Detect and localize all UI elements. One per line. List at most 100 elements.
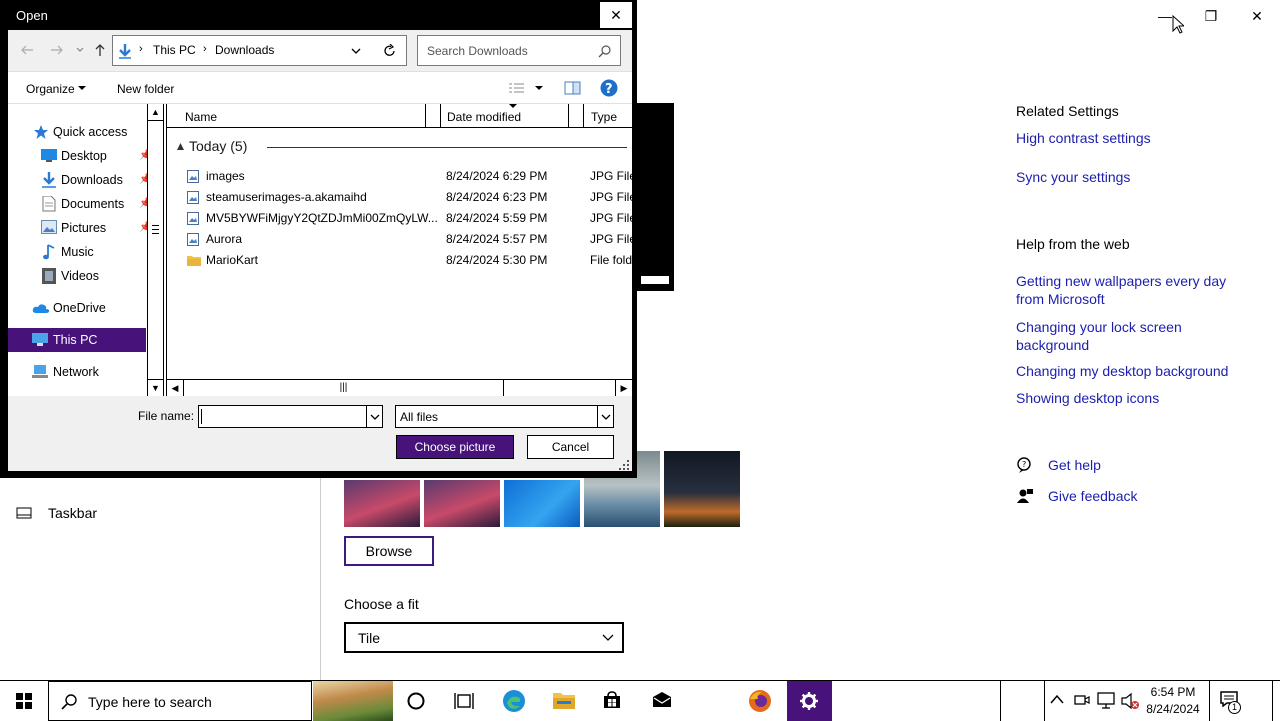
group-header[interactable]: Today (5) bbox=[177, 138, 627, 156]
related-settings-title: Related Settings bbox=[1016, 103, 1119, 119]
file-name-input[interactable] bbox=[198, 405, 383, 428]
file-row[interactable]: steamuserimages-a.akamaihd 8/24/2024 6:23… bbox=[167, 187, 632, 208]
file-row[interactable]: MV5BYWFiMjgyY2QtZDJmMi00ZmQyLW... 8/24/20… bbox=[167, 208, 632, 229]
svg-text:?: ? bbox=[605, 82, 613, 97]
windows-start-icon[interactable] bbox=[16, 693, 32, 709]
nav-downloads[interactable]: Downloads 📌 bbox=[41, 168, 153, 192]
resize-grip-icon[interactable] bbox=[619, 460, 629, 470]
action-center-button[interactable]: 1 bbox=[1209, 681, 1254, 721]
show-desktop-button[interactable] bbox=[1272, 681, 1280, 721]
nav-music[interactable]: Music bbox=[41, 240, 153, 264]
nav-pictures[interactable]: Pictures 📌 bbox=[41, 216, 153, 240]
give-feedback-link[interactable]: Give feedback bbox=[1048, 488, 1138, 504]
address-bar[interactable]: › This PC › Downloads bbox=[112, 35, 407, 66]
breadcrumb-downloads[interactable]: Downloads bbox=[215, 43, 274, 57]
wallpaper-thumbnail[interactable] bbox=[504, 480, 580, 527]
scroll-left-button[interactable]: ◀ bbox=[167, 380, 184, 396]
choose-picture-button[interactable]: Choose picture bbox=[396, 435, 514, 459]
refresh-icon[interactable] bbox=[383, 44, 396, 58]
file-explorer-icon[interactable] bbox=[553, 690, 575, 710]
column-date-modified[interactable]: Date modified bbox=[447, 110, 521, 124]
nav-item-taskbar[interactable]: Taskbar bbox=[16, 503, 216, 523]
view-options-icon[interactable] bbox=[509, 82, 525, 95]
nav-this-pc[interactable]: This PC bbox=[8, 328, 146, 352]
forward-arrow-icon[interactable] bbox=[50, 44, 64, 56]
settings-taskbar-button[interactable] bbox=[787, 681, 832, 721]
store-icon[interactable] bbox=[603, 691, 621, 709]
scroll-up-button[interactable]: ▲ bbox=[148, 104, 163, 121]
taskbar-search-box[interactable]: Type here to search bbox=[48, 681, 312, 721]
clock[interactable]: 6:54 PM 8/24/2024 bbox=[1143, 684, 1203, 718]
pictures-icon bbox=[41, 220, 57, 234]
network-status-icon[interactable] bbox=[1097, 692, 1115, 710]
firefox-icon[interactable] bbox=[748, 689, 772, 713]
dialog-close-button[interactable]: ✕ bbox=[600, 2, 632, 28]
taskbar-empty-slot bbox=[1000, 681, 1045, 721]
edge-browser-icon[interactable] bbox=[502, 689, 526, 713]
restore-button[interactable]: ❐ bbox=[1188, 4, 1234, 28]
fit-label: Choose a fit bbox=[344, 596, 419, 612]
column-type[interactable]: Type bbox=[591, 110, 617, 124]
downloads-arrow-icon bbox=[119, 44, 131, 59]
view-chevron-icon[interactable] bbox=[535, 86, 543, 91]
link-high-contrast[interactable]: High contrast settings bbox=[1016, 130, 1151, 146]
new-folder-button[interactable]: New folder bbox=[117, 82, 174, 96]
recent-chevron-icon[interactable] bbox=[76, 47, 84, 53]
file-type-select[interactable]: All files bbox=[395, 405, 614, 428]
search-input[interactable]: Search Downloads bbox=[417, 35, 621, 66]
file-type: JPG File bbox=[590, 169, 632, 183]
mail-icon[interactable] bbox=[652, 692, 672, 708]
cancel-button[interactable]: Cancel bbox=[527, 435, 614, 459]
help-button-icon[interactable]: ? bbox=[600, 79, 618, 97]
column-name[interactable]: Name bbox=[185, 110, 217, 124]
back-arrow-icon[interactable] bbox=[20, 44, 34, 56]
fit-dropdown[interactable]: Tile bbox=[344, 622, 624, 653]
file-row[interactable]: MarioKart 8/24/2024 5:30 PM File folder bbox=[167, 250, 632, 271]
pane-divider bbox=[320, 478, 321, 680]
nav-label: Network bbox=[53, 365, 99, 379]
link-desktop-icons[interactable]: Showing desktop icons bbox=[1016, 390, 1159, 406]
close-window-button[interactable]: ✕ bbox=[1234, 4, 1280, 28]
nav-videos[interactable]: Videos bbox=[41, 264, 153, 288]
nav-quick-access[interactable]: Quick access bbox=[34, 120, 154, 144]
nav-desktop[interactable]: Desktop 📌 bbox=[41, 144, 153, 168]
wallpaper-thumbnail[interactable] bbox=[664, 451, 740, 527]
nav-scrollbar[interactable]: ▲ ▼ bbox=[147, 104, 164, 396]
scroll-thumb[interactable] bbox=[152, 225, 159, 234]
wallpaper-thumbnail[interactable] bbox=[424, 480, 500, 527]
search-icon bbox=[598, 45, 611, 58]
up-arrow-icon[interactable] bbox=[94, 43, 106, 57]
mouse-cursor-icon bbox=[1172, 15, 1184, 34]
breadcrumb-this-pc[interactable]: This PC bbox=[153, 43, 196, 57]
link-new-wallpapers[interactable]: Getting new wallpapers every day from Mi… bbox=[1016, 272, 1246, 308]
preview-pane-icon[interactable] bbox=[564, 81, 581, 95]
file-date: 8/24/2024 5:59 PM bbox=[446, 211, 548, 225]
link-lock-screen[interactable]: Changing your lock screen background bbox=[1016, 318, 1246, 354]
nav-documents[interactable]: Documents 📌 bbox=[41, 192, 153, 216]
meet-now-icon[interactable] bbox=[1074, 692, 1090, 710]
cortana-icon[interactable] bbox=[407, 692, 425, 710]
scroll-down-button[interactable]: ▼ bbox=[148, 379, 163, 396]
wallpaper-thumbnail[interactable] bbox=[344, 480, 420, 527]
task-view-icon[interactable] bbox=[454, 692, 474, 710]
help-title: Help from the web bbox=[1016, 236, 1130, 252]
nav-network[interactable]: Network bbox=[32, 360, 152, 384]
link-sync-settings[interactable]: Sync your settings bbox=[1016, 169, 1130, 185]
chevron-down-icon[interactable] bbox=[370, 414, 380, 420]
link-desktop-background[interactable]: Changing my desktop background bbox=[1016, 363, 1228, 379]
chevron-up-icon[interactable] bbox=[1050, 694, 1064, 704]
h-scroll-thumb[interactable]: ||| bbox=[184, 380, 504, 396]
browse-button[interactable]: Browse bbox=[344, 536, 434, 566]
scroll-right-button[interactable]: ▶ bbox=[615, 380, 632, 396]
horizontal-scrollbar[interactable]: ◀ ||| ▶ bbox=[167, 379, 632, 396]
network-icon bbox=[32, 365, 48, 378]
address-chevron-icon[interactable] bbox=[351, 48, 361, 55]
organize-button[interactable]: Organize bbox=[26, 82, 75, 96]
volume-muted-icon[interactable] bbox=[1121, 692, 1139, 710]
file-row[interactable]: images 8/24/2024 6:29 PM JPG File bbox=[167, 166, 632, 187]
nav-onedrive[interactable]: OneDrive bbox=[32, 296, 152, 320]
open-dialog: Open ✕ › This PC › Downloads Search Down… bbox=[0, 0, 637, 478]
get-help-link[interactable]: Get help bbox=[1048, 457, 1101, 473]
file-row[interactable]: Aurora 8/24/2024 5:57 PM JPG File bbox=[167, 229, 632, 250]
file-date: 8/24/2024 6:29 PM bbox=[446, 169, 548, 183]
